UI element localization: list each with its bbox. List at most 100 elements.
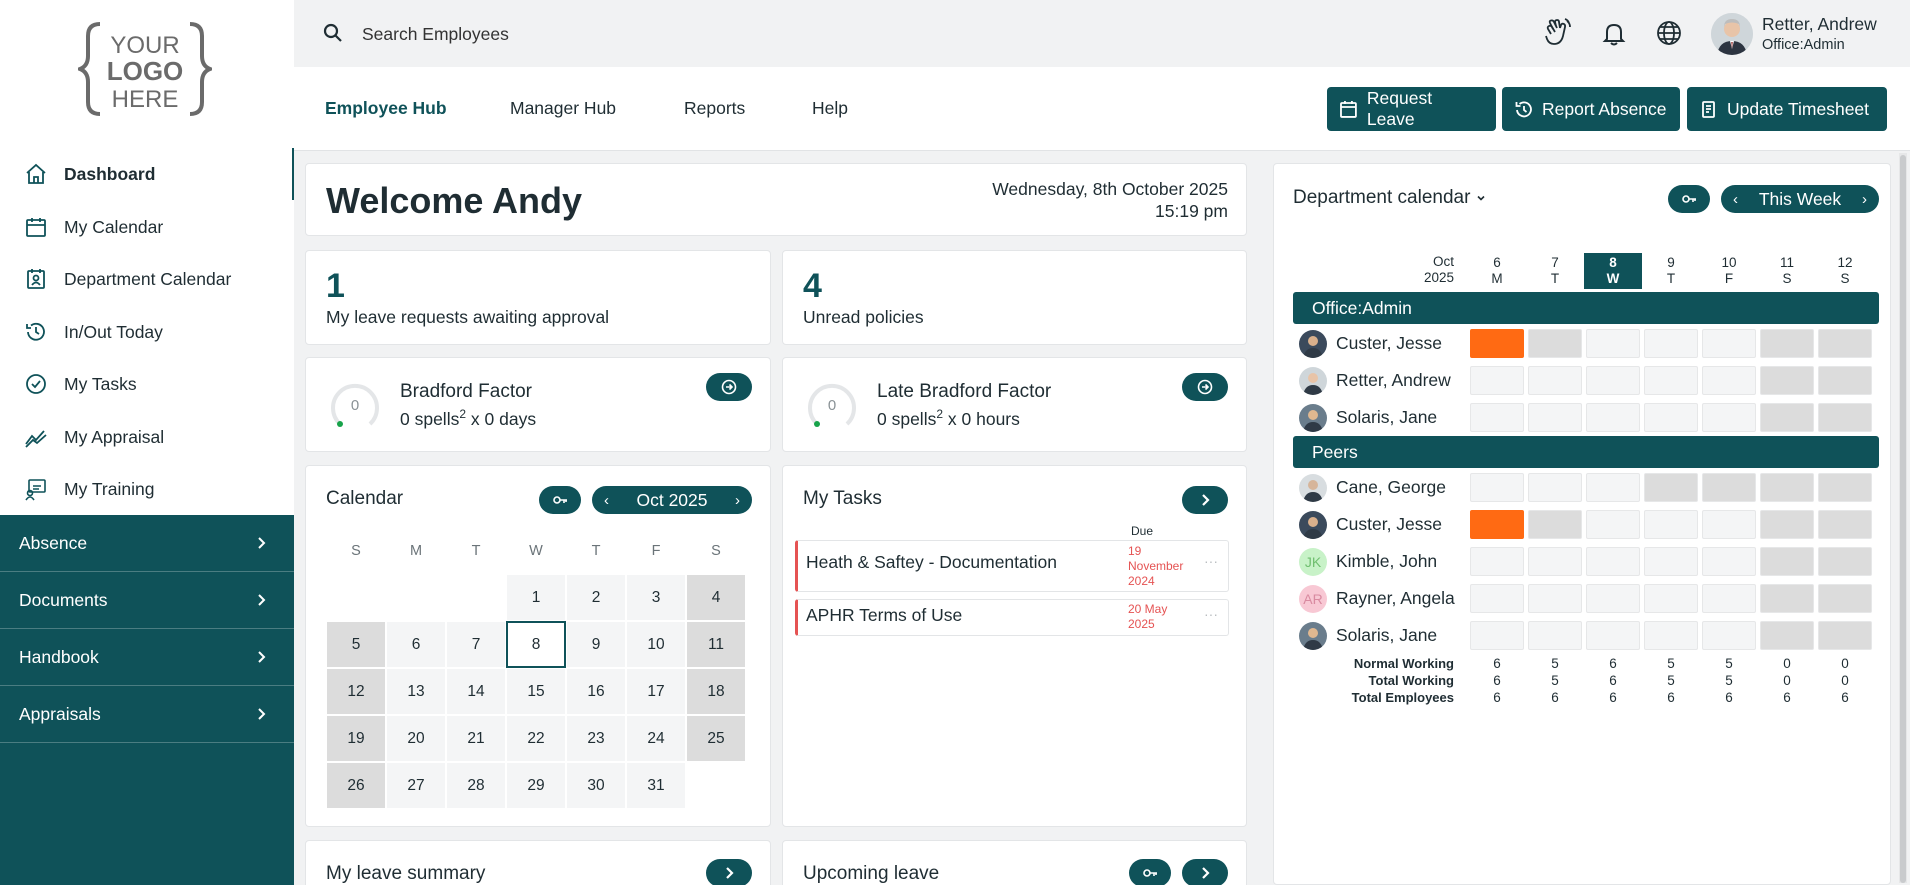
more-icon[interactable]: ··· [1204, 553, 1218, 569]
calendar-day[interactable]: 1 [506, 574, 566, 621]
globe-icon[interactable] [1653, 17, 1685, 49]
sidebar-item-my-tasks[interactable]: My Tasks [0, 358, 294, 410]
day-cell[interactable] [1470, 621, 1524, 650]
day-cell[interactable] [1470, 366, 1524, 395]
employee-row[interactable]: Solaris, Jane [1293, 617, 1879, 654]
day-cell[interactable] [1644, 403, 1698, 432]
request-leave-button[interactable]: Request Leave [1327, 87, 1496, 131]
day-cell[interactable] [1760, 403, 1814, 432]
day-cell[interactable] [1586, 403, 1640, 432]
leave-day-cell[interactable] [1470, 329, 1524, 358]
day-cell[interactable] [1702, 547, 1756, 576]
calendar-day[interactable]: 18 [686, 668, 746, 715]
day-cell[interactable] [1760, 584, 1814, 613]
day-cell[interactable] [1470, 473, 1524, 502]
day-cell[interactable] [1702, 473, 1756, 502]
calendar-day[interactable]: 21 [446, 715, 506, 762]
calendar-day[interactable]: 22 [506, 715, 566, 762]
calendar-day[interactable]: 25 [686, 715, 746, 762]
day-cell[interactable] [1586, 584, 1640, 613]
next-month-button[interactable]: › [735, 492, 740, 509]
day-cell[interactable] [1586, 510, 1640, 539]
day-cell[interactable] [1586, 621, 1640, 650]
day-cell[interactable] [1818, 329, 1872, 358]
employee-row[interactable]: Retter, Andrew [1293, 362, 1879, 399]
day-cell[interactable] [1760, 621, 1814, 650]
tab-manager-hub[interactable]: Manager Hub [510, 98, 616, 119]
day-cell[interactable] [1818, 584, 1872, 613]
department-calendar-dropdown[interactable]: Department calendar [1293, 187, 1486, 209]
calendar-day[interactable]: 7 [446, 621, 506, 668]
upcoming-leave-open-button[interactable] [1182, 859, 1228, 885]
day-cell[interactable] [1644, 510, 1698, 539]
day-cell[interactable] [1528, 329, 1582, 358]
day-cell[interactable] [1702, 510, 1756, 539]
tasks-open-button[interactable] [1182, 486, 1228, 514]
calendar-day[interactable]: 11 [686, 621, 746, 668]
day-cell[interactable] [1702, 403, 1756, 432]
calendar-day[interactable]: 6 [386, 621, 446, 668]
task-item[interactable]: Heath & Saftey - Documentation 19 Novemb… [795, 540, 1229, 592]
day-cell[interactable] [1586, 366, 1640, 395]
sidebar-item-my-appraisal[interactable]: My Appraisal [0, 411, 294, 463]
leave-requests-card[interactable]: 1 My leave requests awaiting approval [305, 250, 771, 345]
day-cell[interactable] [1528, 510, 1582, 539]
tab-help[interactable]: Help [812, 98, 848, 119]
calendar-day[interactable]: 31 [626, 762, 686, 809]
employee-row[interactable]: Solaris, Jane [1293, 399, 1879, 436]
day-cell[interactable] [1528, 621, 1582, 650]
day-cell[interactable] [1818, 510, 1872, 539]
day-cell[interactable] [1470, 584, 1524, 613]
late-bradford-open-button[interactable] [1182, 373, 1228, 401]
day-cell[interactable] [1702, 584, 1756, 613]
day-cell[interactable] [1528, 366, 1582, 395]
calendar-day[interactable]: 14 [446, 668, 506, 715]
leave-day-cell[interactable] [1470, 510, 1524, 539]
calendar-day[interactable]: 30 [566, 762, 626, 809]
calendar-day[interactable]: 13 [386, 668, 446, 715]
upcoming-leave-key-button[interactable] [1129, 859, 1171, 885]
day-cell[interactable] [1586, 329, 1640, 358]
day-cell[interactable] [1644, 329, 1698, 358]
calendar-day[interactable]: 12 [326, 668, 386, 715]
employee-row[interactable]: Cane, George [1293, 469, 1879, 506]
calendar-day[interactable]: 26 [326, 762, 386, 809]
calendar-day[interactable]: 24 [626, 715, 686, 762]
sidebar-item-my-training[interactable]: My Training [0, 463, 294, 515]
employee-row[interactable]: Custer, Jesse [1293, 506, 1879, 543]
day-cell[interactable] [1470, 403, 1524, 432]
day-cell[interactable] [1528, 584, 1582, 613]
sidebar-item-in-out-today[interactable]: In/Out Today [0, 306, 294, 358]
sidebar-section-handbook[interactable]: Handbook [0, 629, 294, 686]
prev-month-button[interactable]: ‹ [604, 492, 609, 509]
bradford-open-button[interactable] [706, 373, 752, 401]
sidebar-section-appraisals[interactable]: Appraisals [0, 686, 294, 743]
day-cell[interactable] [1818, 473, 1872, 502]
day-cell[interactable] [1818, 547, 1872, 576]
day-cell[interactable] [1760, 329, 1814, 358]
tab-reports[interactable]: Reports [684, 98, 745, 119]
user-name[interactable]: Retter, Andrew [1762, 14, 1877, 35]
calendar-day[interactable]: 5 [326, 621, 386, 668]
day-cell[interactable] [1818, 366, 1872, 395]
employee-row[interactable]: JK Kimble, John [1293, 543, 1879, 580]
report-absence-button[interactable]: Report Absence [1502, 87, 1680, 131]
calendar-day[interactable]: 29 [506, 762, 566, 809]
hand-wave-icon[interactable] [1542, 17, 1574, 49]
calendar-day[interactable]: 17 [626, 668, 686, 715]
department-calendar-key-button[interactable] [1668, 185, 1710, 213]
leave-summary-open-button[interactable] [706, 859, 752, 885]
more-icon[interactable]: ··· [1204, 606, 1218, 622]
day-cell[interactable] [1702, 366, 1756, 395]
user-avatar[interactable] [1711, 13, 1753, 55]
day-cell[interactable] [1818, 403, 1872, 432]
calendar-day[interactable]: 4 [686, 574, 746, 621]
calendar-day[interactable]: 16 [566, 668, 626, 715]
scrollbar-thumb[interactable] [1900, 155, 1906, 883]
calendar-key-button[interactable] [539, 486, 581, 514]
sidebar-section-documents[interactable]: Documents [0, 572, 294, 629]
task-item[interactable]: APHR Terms of Use 20 May 2025 ··· [795, 599, 1229, 636]
day-cell[interactable] [1528, 403, 1582, 432]
day-cell[interactable] [1818, 621, 1872, 650]
calendar-day[interactable]: 28 [446, 762, 506, 809]
